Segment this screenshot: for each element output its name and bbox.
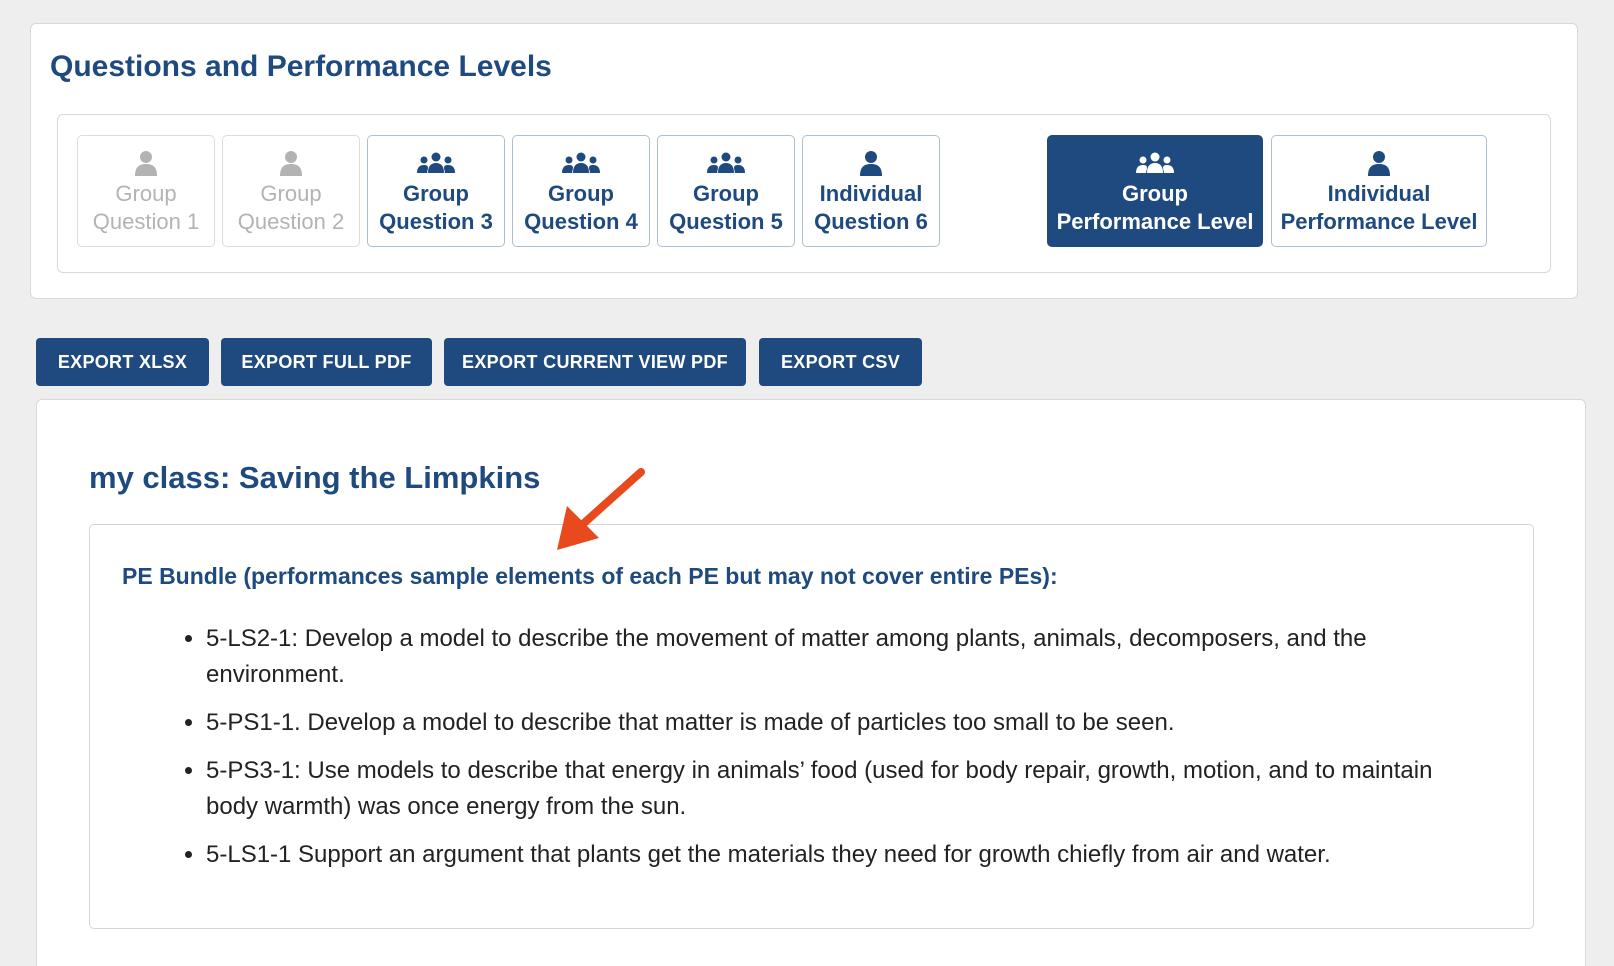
group-question-5-button[interactable]: Group Question 5: [657, 135, 795, 247]
question-button-panel: Group Question 1 Group Question 2 Group …: [57, 114, 1551, 273]
button-label-line1: Group: [260, 181, 322, 206]
person-icon: [279, 150, 303, 176]
annotation-arrow-icon: [557, 468, 645, 550]
pe-bundle-box: PE Bundle (performances sample elements …: [89, 524, 1534, 929]
page-title: Questions and Performance Levels: [50, 50, 552, 83]
pe-list-item: 5-PS3-1: Use models to describe that ene…: [206, 753, 1466, 825]
button-label-line1: Group: [403, 181, 469, 206]
individual-question-6-button[interactable]: Individual Question 6: [802, 135, 940, 247]
group-performance-level-button[interactable]: Group Performance Level: [1047, 135, 1263, 247]
pe-list-item: 5-LS1-1 Support an argument that plants …: [206, 837, 1466, 873]
group-icon: [1135, 150, 1175, 176]
group-question-2-button[interactable]: Group Question 2: [222, 135, 360, 247]
button-label-line1: Group: [693, 181, 759, 206]
pe-list: 5-LS2-1: Develop a model to describe the…: [206, 621, 1466, 885]
export-current-view-pdf-button[interactable]: EXPORT CURRENT VIEW PDF: [444, 338, 746, 386]
person-icon: [1367, 150, 1391, 176]
export-csv-button[interactable]: EXPORT CSV: [759, 338, 922, 386]
button-label-line2: Question 2: [237, 209, 345, 234]
person-icon: [859, 150, 883, 176]
pe-bundle-heading: PE Bundle (performances sample elements …: [122, 563, 1058, 589]
report-card: my class: Saving the Limpkins PE Bundle …: [36, 399, 1586, 966]
class-title: my class: Saving the Limpkins: [89, 460, 541, 495]
button-label-line1: Group: [115, 181, 177, 206]
button-label-line2: Question 4: [524, 209, 638, 234]
questions-card: Questions and Performance Levels Group Q…: [30, 23, 1578, 299]
individual-performance-level-button[interactable]: Individual Performance Level: [1271, 135, 1487, 247]
group-icon: [706, 150, 746, 176]
button-label-line1: Individual: [1327, 181, 1431, 206]
export-full-pdf-button[interactable]: EXPORT FULL PDF: [221, 338, 432, 386]
export-xlsx-button[interactable]: EXPORT XLSX: [36, 338, 209, 386]
pe-list-item: 5-PS1-1. Develop a model to describe tha…: [206, 705, 1466, 741]
person-icon: [134, 150, 158, 176]
group-icon: [416, 150, 456, 176]
button-label-line2: Performance Level: [1280, 209, 1478, 234]
button-label-line1: Group: [1122, 181, 1188, 206]
pe-list-item: 5-LS2-1: Develop a model to describe the…: [206, 621, 1466, 693]
button-label-line2: Performance Level: [1056, 209, 1254, 234]
button-label-line1: Group: [548, 181, 614, 206]
group-question-4-button[interactable]: Group Question 4: [512, 135, 650, 247]
button-label-line2: Question 6: [814, 209, 928, 234]
button-label-line2: Question 5: [669, 209, 783, 234]
button-label-line1: Individual: [819, 181, 923, 206]
group-question-1-button[interactable]: Group Question 1: [77, 135, 215, 247]
group-icon: [561, 150, 601, 176]
button-label-line2: Question 1: [92, 209, 200, 234]
group-question-3-button[interactable]: Group Question 3: [367, 135, 505, 247]
button-label-line2: Question 3: [379, 209, 493, 234]
